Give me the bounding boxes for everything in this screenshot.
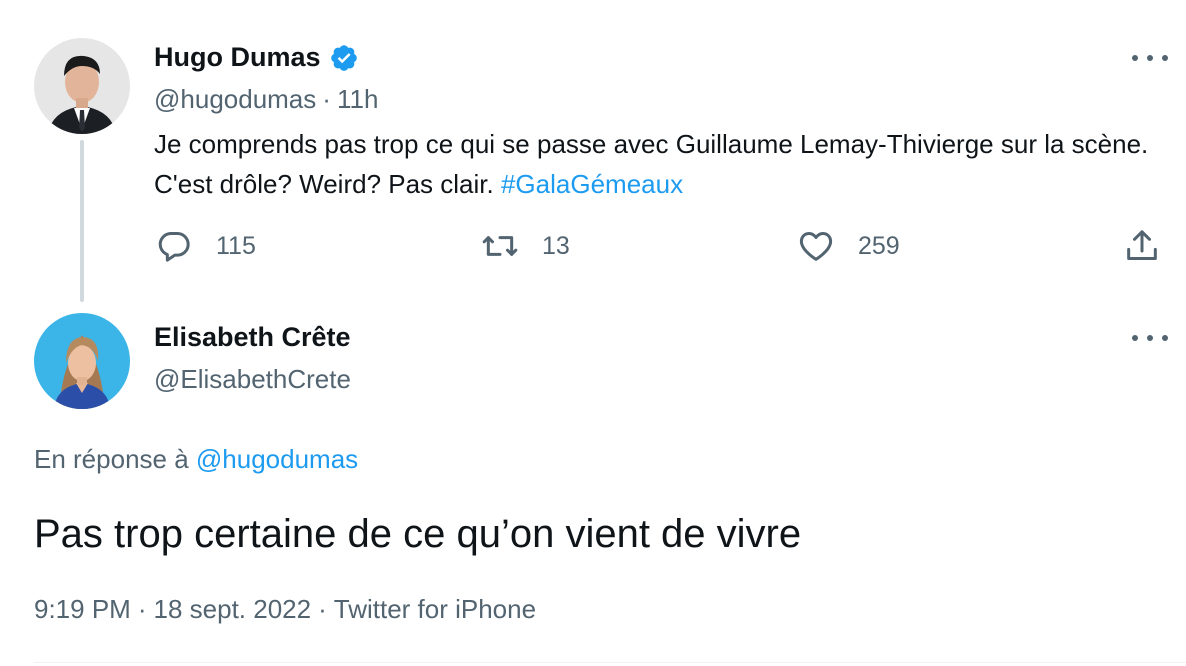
reply-count: 115 bbox=[216, 231, 256, 260]
like-count: 259 bbox=[858, 231, 900, 260]
hashtag-link[interactable]: #GalaGémeaux bbox=[501, 169, 683, 199]
author-name[interactable]: Elisabeth Crête bbox=[154, 322, 351, 353]
author-handle[interactable]: @ElisabethCrete bbox=[154, 364, 351, 394]
divider bbox=[34, 662, 1186, 663]
reply-button[interactable]: 115 bbox=[154, 226, 256, 266]
retweet-icon bbox=[482, 236, 518, 256]
author-row-reply: Elisabeth Crête bbox=[154, 322, 351, 353]
replying-to: En réponse à @hugodumas bbox=[34, 444, 358, 475]
share-icon bbox=[1127, 230, 1157, 260]
retweet-count: 13 bbox=[542, 231, 570, 260]
reply-tweet-text: Pas trop certaine de ce qu’on vient de v… bbox=[34, 512, 802, 556]
author-name[interactable]: Hugo Dumas bbox=[154, 42, 321, 73]
reply-icon bbox=[158, 232, 190, 262]
separator: · bbox=[322, 84, 331, 114]
timestamp[interactable]: 11h bbox=[337, 84, 378, 114]
tweet-date[interactable]: 18 sept. 2022 bbox=[154, 594, 312, 624]
retweet-button[interactable]: 13 bbox=[480, 226, 570, 266]
reply-prefix: En réponse à bbox=[34, 444, 196, 474]
like-icon bbox=[799, 232, 833, 261]
verified-badge-icon bbox=[329, 43, 359, 73]
share-button[interactable] bbox=[1122, 226, 1162, 266]
tweet-source: Twitter for iPhone bbox=[333, 594, 537, 624]
more-icon[interactable] bbox=[1132, 48, 1168, 68]
tweet-actions: 115 13 259 bbox=[154, 226, 1164, 270]
parent-tweet-text: Je comprends pas trop ce qui se passe av… bbox=[154, 124, 1164, 204]
author-row-parent: Hugo Dumas bbox=[154, 42, 359, 73]
author-handle[interactable]: @hugodumas bbox=[154, 84, 316, 114]
tweet-time[interactable]: 9:19 PM bbox=[34, 594, 131, 624]
tweet-detail-page: Hugo Dumas @hugodumas · 11h Je comprends p… bbox=[0, 0, 1186, 666]
mention-link[interactable]: @hugodumas bbox=[196, 444, 358, 474]
separator: · bbox=[318, 594, 327, 624]
avatar-elisabeth-crete[interactable] bbox=[34, 313, 130, 409]
separator: · bbox=[137, 594, 147, 624]
handle-row-reply: @ElisabethCrete bbox=[154, 364, 351, 395]
avatar-hugo-dumas[interactable] bbox=[34, 38, 130, 134]
tweet-meta: 9:19 PM · 18 sept. 2022 · Twitter for iPhone bbox=[34, 594, 536, 625]
more-icon[interactable] bbox=[1132, 328, 1168, 348]
handle-row-parent: @hugodumas · 11h bbox=[154, 84, 378, 115]
like-button[interactable]: 259 bbox=[796, 226, 900, 266]
thread-connector bbox=[80, 140, 84, 302]
